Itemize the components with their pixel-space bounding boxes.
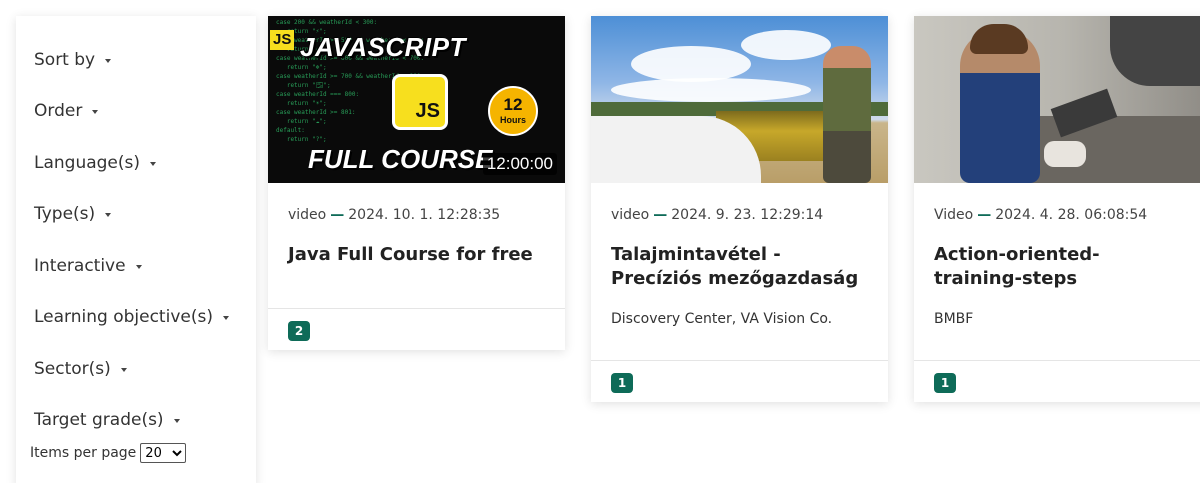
- content-date: 2024. 10. 1. 12:28:35: [348, 207, 501, 223]
- filter-target-grades[interactable]: Target grade(s): [34, 395, 238, 447]
- dash-separator: —: [977, 207, 992, 223]
- caret-down-icon: [92, 110, 99, 115]
- content-card-soil-sampling[interactable]: video —2024. 9. 23. 12:29:14 Talajmintavé…: [591, 16, 888, 402]
- hair-shape: [970, 24, 1028, 54]
- filter-sidebar: Sort by Order Language(s) Type(s) Intera…: [16, 16, 256, 483]
- items-per-page-label: Items per page: [30, 445, 137, 461]
- card-meta: Video —2024. 4. 28. 06:08:54: [914, 183, 1200, 233]
- dash-separator: —: [653, 207, 668, 223]
- caret-down-icon: [173, 419, 180, 424]
- card-author: BMBF: [934, 311, 974, 327]
- javascript-logo-icon: JS: [392, 74, 448, 130]
- filter-interactive[interactable]: Interactive: [34, 240, 238, 292]
- filter-label: Learning objective(s): [34, 307, 213, 328]
- glove-shape: [1044, 141, 1086, 167]
- caret-down-icon: [105, 58, 112, 63]
- card-footer: 2: [268, 308, 565, 350]
- caret-down-icon: [135, 264, 142, 269]
- dash-separator: —: [330, 207, 345, 223]
- filter-label: Interactive: [34, 255, 126, 276]
- video-thumbnail[interactable]: [591, 16, 888, 183]
- card-title[interactable]: Java Full Course for free: [268, 233, 565, 267]
- filter-types[interactable]: Type(s): [34, 189, 238, 241]
- exhaust-hood-shape: [1110, 16, 1200, 86]
- caret-down-icon: [105, 213, 112, 218]
- hours-badge: 12 Hours: [488, 86, 538, 136]
- js-logo-text: JS: [415, 100, 440, 122]
- filter-label: Order: [34, 101, 83, 122]
- filter-label: Type(s): [34, 204, 96, 225]
- caret-down-icon: [150, 161, 157, 166]
- content-type: video: [288, 207, 327, 223]
- filter-languages[interactable]: Language(s): [34, 137, 238, 189]
- cloud-shape: [741, 30, 831, 60]
- count-badge: 1: [611, 373, 633, 393]
- caret-down-icon: [222, 316, 229, 321]
- vehicle-hood-shape: [591, 116, 761, 183]
- video-thumbnail[interactable]: case 200 && weatherId < 300: return "⚡";…: [268, 16, 565, 183]
- content-card-java-course[interactable]: case 200 && weatherId < 300: return "⚡";…: [268, 16, 565, 350]
- content-type: Video: [934, 207, 974, 223]
- thumbnail-subheading: FULL COURSE: [308, 144, 493, 174]
- card-title[interactable]: Action-oriented-training-steps: [914, 233, 1200, 291]
- filter-sectors[interactable]: Sector(s): [34, 343, 238, 395]
- js-tag: JS: [270, 30, 295, 50]
- hours-number: 12: [503, 95, 523, 114]
- video-duration: 12:00:00: [482, 153, 557, 175]
- filter-label: Language(s): [34, 152, 141, 173]
- card-title[interactable]: Talajmintavétel - Precíziós mezőgazdaság: [591, 233, 888, 291]
- content-type: video: [611, 207, 650, 223]
- content-date: 2024. 9. 23. 12:29:14: [671, 207, 824, 223]
- video-thumbnail[interactable]: [914, 16, 1200, 183]
- filter-sort-by[interactable]: Sort by: [34, 34, 238, 86]
- filter-learning-objectives[interactable]: Learning objective(s): [34, 292, 238, 344]
- card-footer: 1: [591, 360, 888, 402]
- cloud-shape: [631, 46, 751, 82]
- card-author: Discovery Center, VA Vision Co.: [611, 311, 833, 327]
- content-card-action-oriented[interactable]: Video —2024. 4. 28. 06:08:54 Action-orien…: [914, 16, 1200, 402]
- cloud-shape: [611, 78, 811, 102]
- hours-label: Hours: [499, 115, 526, 125]
- count-badge: 2: [288, 321, 310, 341]
- items-per-page-select[interactable]: 20: [140, 443, 187, 463]
- caret-down-icon: [120, 367, 127, 372]
- content-date: 2024. 4. 28. 06:08:54: [995, 207, 1148, 223]
- thumbnail-heading: JAVASCRIPT: [300, 32, 466, 62]
- card-meta: video —2024. 9. 23. 12:29:14: [591, 183, 888, 233]
- card-meta: video —2024. 10. 1. 12:28:35: [268, 183, 565, 233]
- filter-label: Sort by: [34, 49, 96, 70]
- person-shape: [823, 46, 871, 183]
- filter-label: Target grade(s): [34, 410, 164, 431]
- filter-order[interactable]: Order: [34, 86, 238, 138]
- filter-label: Sector(s): [34, 358, 111, 379]
- items-per-page: Items per page 20: [30, 443, 187, 463]
- count-badge: 1: [934, 373, 956, 393]
- card-footer: 1: [914, 360, 1200, 402]
